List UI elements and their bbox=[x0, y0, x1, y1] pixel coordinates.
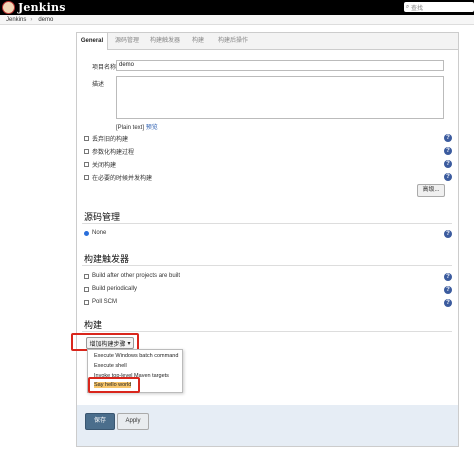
concurrent-build-label: 在必要的时候并发构建 bbox=[92, 176, 153, 182]
help-icon[interactable]: ? bbox=[444, 160, 452, 168]
breadcrumb-demo[interactable]: demo bbox=[38, 17, 53, 23]
help-icon[interactable]: ? bbox=[444, 134, 452, 142]
scm-divider bbox=[82, 223, 452, 224]
help-icon[interactable]: ? bbox=[444, 230, 452, 238]
tab-general[interactable]: General bbox=[77, 33, 108, 50]
breadcrumb: Jenkins › demo bbox=[0, 15, 474, 25]
highlight-box-say-hello bbox=[88, 377, 140, 393]
top-header: Jenkins ⌕ 查找 bbox=[0, 0, 474, 15]
disable-build-label: 关闭构建 bbox=[92, 163, 117, 169]
plain-text-note: [Plain text] 预览 bbox=[116, 122, 158, 131]
description-textarea[interactable] bbox=[116, 76, 444, 119]
triggers-divider bbox=[82, 265, 452, 266]
jenkins-butler-icon bbox=[2, 1, 15, 14]
search-icon: ⌕ bbox=[405, 3, 410, 10]
advanced-button[interactable]: 高级... bbox=[417, 184, 445, 197]
menu-item-execute-shell[interactable]: Execute shell bbox=[94, 363, 127, 369]
scm-option-none[interactable]: None bbox=[84, 230, 106, 236]
config-tabs: General 源码管理 构建触发器 构建 构建后操作 bbox=[77, 33, 458, 50]
help-icon[interactable]: ? bbox=[444, 286, 452, 294]
project-name-label: 项目名称 bbox=[92, 65, 117, 71]
menu-item-windows-batch[interactable]: Execute Windows batch command bbox=[94, 353, 178, 359]
trigger-after-other[interactable]: Build after other projects are built bbox=[84, 273, 180, 279]
project-name-input[interactable]: demo bbox=[116, 60, 444, 71]
tab-scm[interactable]: 源码管理 bbox=[111, 33, 143, 49]
disable-build-checkbox[interactable] bbox=[84, 162, 89, 167]
tab-post-build[interactable]: 构建后操作 bbox=[213, 33, 253, 49]
discard-old-checkbox[interactable] bbox=[84, 136, 89, 141]
jenkins-logo[interactable]: Jenkins bbox=[2, 0, 66, 15]
plain-text-label: [Plain text] bbox=[116, 125, 145, 131]
option-parameterized[interactable]: 参数化构建过程 bbox=[84, 147, 134, 156]
after-other-label: Build after other projects are built bbox=[92, 273, 181, 279]
after-other-checkbox[interactable] bbox=[84, 273, 89, 279]
scm-none-radio[interactable] bbox=[84, 230, 89, 236]
option-concurrent-build[interactable]: 在必要的时候并发构建 bbox=[84, 173, 152, 182]
option-discard-old[interactable]: 丢弃旧的构建 bbox=[84, 134, 128, 143]
periodically-checkbox[interactable] bbox=[84, 286, 89, 292]
concurrent-build-checkbox[interactable] bbox=[84, 175, 89, 180]
build-section-title: 构建 bbox=[84, 320, 103, 330]
breadcrumb-separator-icon: › bbox=[30, 16, 33, 23]
search-input[interactable]: 查找 bbox=[411, 3, 423, 12]
app-name: Jenkins bbox=[18, 1, 66, 14]
poll-scm-label: Poll SCM bbox=[92, 299, 118, 305]
help-icon[interactable]: ? bbox=[444, 299, 452, 307]
trigger-periodically[interactable]: Build periodically bbox=[84, 286, 137, 292]
help-icon[interactable]: ? bbox=[444, 173, 452, 181]
discard-old-label: 丢弃旧的构建 bbox=[92, 137, 129, 143]
preview-link[interactable]: 预览 bbox=[146, 125, 158, 131]
triggers-section-title: 构建触发器 bbox=[84, 254, 130, 264]
build-divider bbox=[82, 331, 452, 332]
poll-scm-checkbox[interactable] bbox=[84, 299, 89, 305]
breadcrumb-jenkins[interactable]: Jenkins bbox=[6, 17, 26, 23]
periodically-label: Build periodically bbox=[92, 286, 138, 292]
scm-none-label: None bbox=[92, 230, 107, 236]
save-button[interactable]: 保存 bbox=[85, 413, 115, 430]
tab-build[interactable]: 构建 bbox=[187, 33, 209, 49]
trigger-poll-scm[interactable]: Poll SCM bbox=[84, 299, 117, 305]
scm-section-title: 源码管理 bbox=[84, 212, 121, 222]
help-icon[interactable]: ? bbox=[444, 147, 452, 155]
search-box[interactable]: ⌕ 查找 bbox=[404, 2, 474, 12]
parameterized-label: 参数化构建过程 bbox=[92, 150, 135, 156]
parameterized-checkbox[interactable] bbox=[84, 149, 89, 154]
option-disable-build[interactable]: 关闭构建 bbox=[84, 160, 116, 169]
tab-triggers[interactable]: 构建触发器 bbox=[147, 33, 183, 49]
help-icon[interactable]: ? bbox=[444, 273, 452, 281]
description-label: 描述 bbox=[92, 82, 105, 88]
apply-button[interactable]: Apply bbox=[117, 413, 149, 430]
